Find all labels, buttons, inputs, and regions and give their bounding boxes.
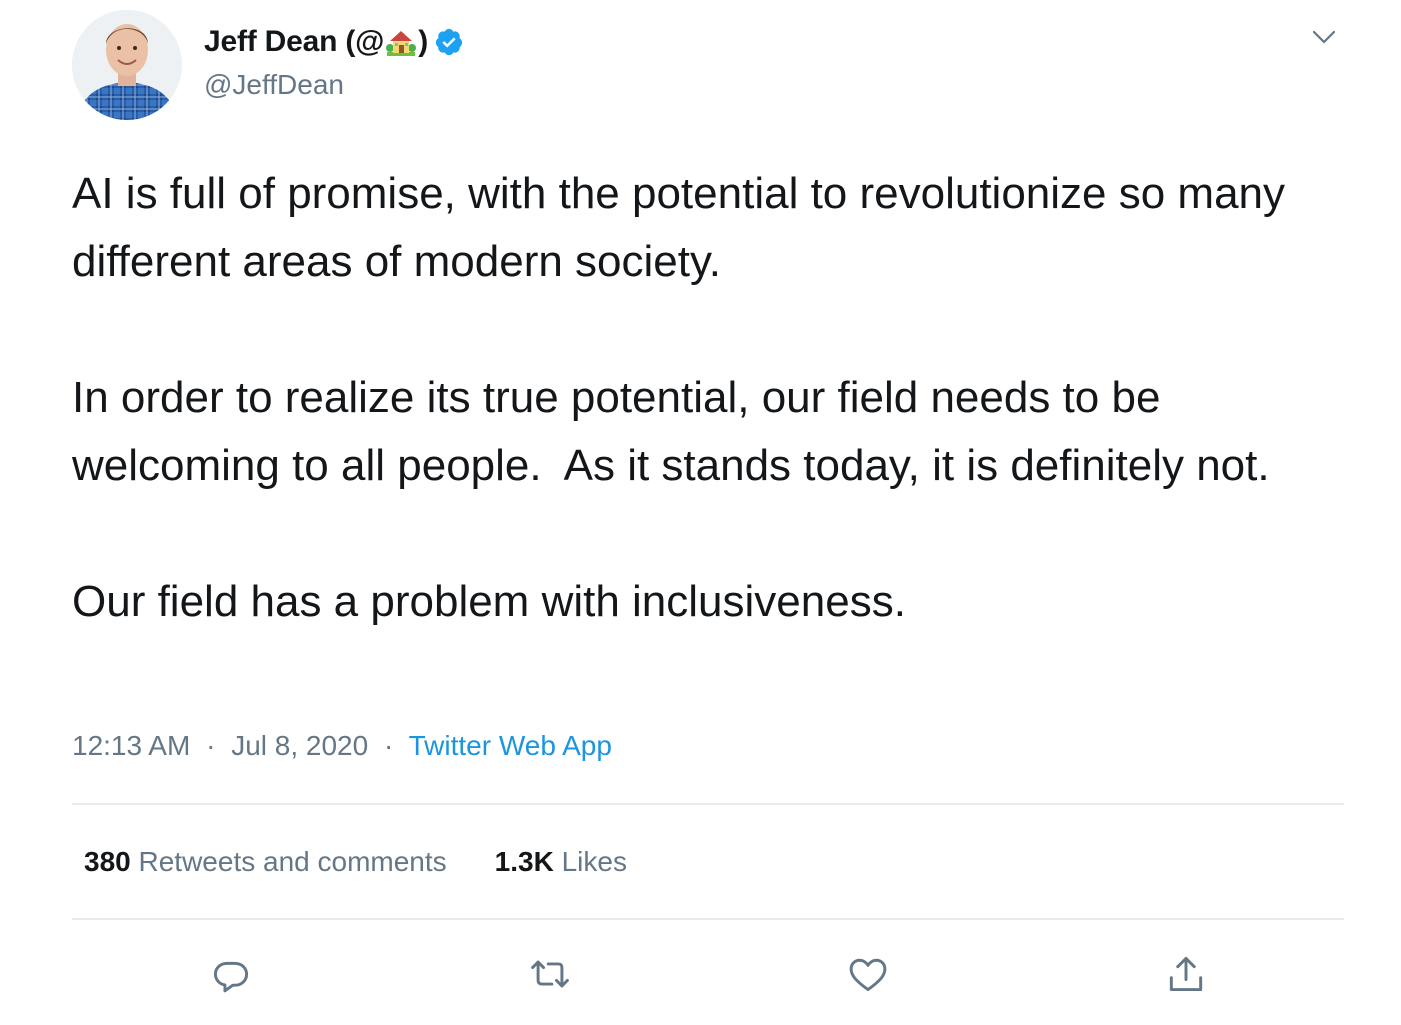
- reply-button[interactable]: [207, 950, 255, 998]
- like-button[interactable]: [844, 950, 892, 998]
- tweet-paragraph: Our field has a problem with inclusivene…: [72, 577, 906, 626]
- retweet-icon: [531, 960, 569, 988]
- display-name-prefix[interactable]: Jeff Dean (@: [204, 25, 384, 59]
- heart-icon: [849, 958, 887, 992]
- tweet-paragraph: In order to realize its true potential, …: [72, 373, 1270, 490]
- tweet-paragraph: AI is full of promise, with the potentia…: [72, 169, 1298, 286]
- share-icon: [1169, 956, 1203, 992]
- tweet-card: Jeff Dean (@ ) @JeffDean AI is full of p…: [0, 0, 1401, 1025]
- likes-label: Likes: [561, 846, 627, 877]
- author-block[interactable]: Jeff Dean (@ ) @JeffDean: [204, 22, 464, 101]
- verified-badge-icon: [435, 28, 463, 56]
- meta-separator: ·: [383, 730, 394, 761]
- divider: [72, 918, 1344, 920]
- tweet-source-link[interactable]: Twitter Web App: [409, 730, 612, 761]
- retweets-stat[interactable]: 380 Retweets and comments: [84, 846, 447, 878]
- chevron-down-icon[interactable]: [1309, 22, 1339, 52]
- retweet-button[interactable]: [526, 950, 574, 998]
- display-name-row: Jeff Dean (@ ): [204, 22, 464, 62]
- avatar[interactable]: [72, 10, 182, 120]
- divider: [72, 803, 1344, 805]
- retweets-label: Retweets and comments: [138, 846, 447, 877]
- retweets-count: 380: [84, 846, 131, 877]
- likes-stat[interactable]: 1.3K Likes: [495, 846, 627, 878]
- tweet-text: AI is full of promise, with the potentia…: [72, 160, 1342, 636]
- display-name-suffix[interactable]: ): [418, 25, 428, 59]
- meta-separator: ·: [206, 730, 216, 761]
- share-button[interactable]: [1162, 950, 1210, 998]
- likes-count: 1.3K: [494, 846, 554, 877]
- author-handle[interactable]: @JeffDean: [204, 69, 464, 101]
- avatar-photo: [72, 10, 182, 120]
- tweet-stats: 380 Retweets and comments 1.3K Likes: [84, 846, 627, 878]
- reply-icon: [213, 961, 249, 993]
- house-with-garden-icon: [386, 31, 417, 56]
- tweet-date[interactable]: Jul 8, 2020: [231, 730, 368, 761]
- tweet-time[interactable]: 12:13 AM: [72, 730, 190, 761]
- tweet-meta: 12:13 AM · Jul 8, 2020 · Twitter Web App: [72, 730, 612, 762]
